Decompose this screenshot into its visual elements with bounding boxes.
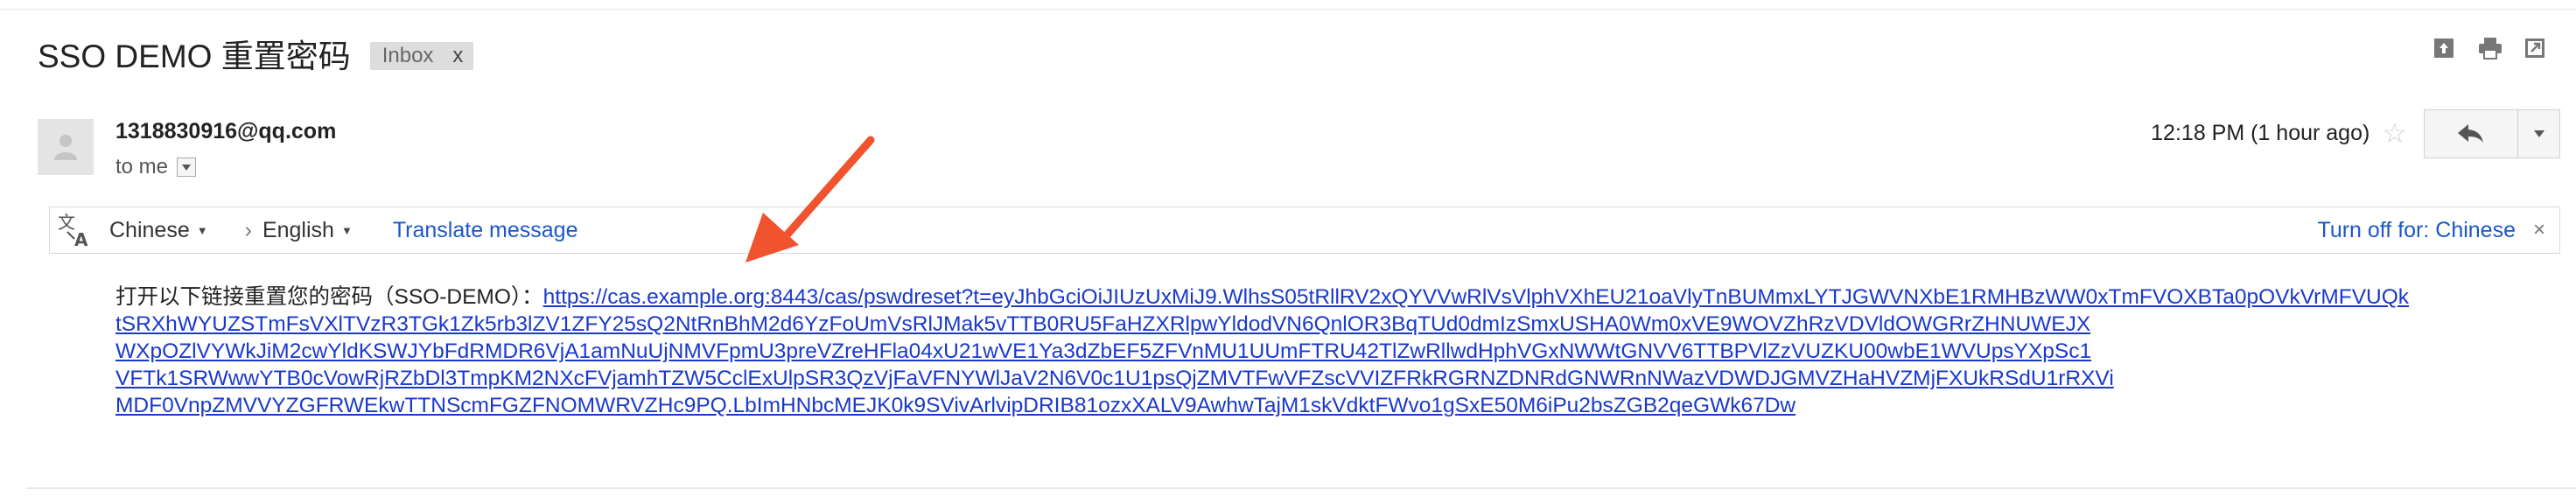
target-language-dropdown[interactable]: English ▼	[262, 218, 353, 243]
chevron-down-icon: ▼	[196, 223, 208, 237]
body-intro-text: 打开以下链接重置您的密码（SSO-DEMO）：	[116, 285, 543, 309]
sender-email[interactable]: 1318830916@qq.com	[116, 119, 336, 144]
reset-link-line: https://cas.example.org:8443/cas/pswdres…	[542, 285, 2410, 309]
reply-button[interactable]	[2424, 109, 2518, 158]
bottom-divider	[26, 487, 2576, 489]
translate-bar: 文 A Chinese ▼ › English ▼ Translate mess…	[49, 206, 2560, 254]
avatar-icon[interactable]	[38, 119, 94, 175]
target-language-label: English	[262, 217, 334, 242]
recipient-text: to me	[116, 155, 169, 178]
chevron-right-icon: ›	[244, 217, 252, 242]
turn-off-translation-link[interactable]: Turn off for: Chinese	[2317, 218, 2516, 243]
star-icon[interactable]: ☆	[2382, 119, 2407, 147]
recipient-details-dropdown[interactable]	[177, 158, 197, 177]
top-divider	[0, 0, 2576, 10]
reset-link-line: tSRXhWYUZSTmFsVXlTVzR3TGk1Zk5rb3lZV1ZFY2…	[116, 312, 2091, 336]
source-language-dropdown[interactable]: Chinese ▼	[109, 218, 208, 243]
reset-link-line: VFTk1SRWwwYTB0cVowRjRZbDl3TmpKM2NXcFVjam…	[116, 367, 2114, 390]
reset-link-line: WXpOZlVYWkJiM2cwYldKSWJYbFdRMDR6VjA1amNu…	[116, 340, 2092, 363]
new-window-icon[interactable]	[2524, 37, 2546, 60]
recipient-row: to me	[116, 155, 197, 179]
close-translate-bar-button[interactable]: ×	[2533, 218, 2545, 242]
email-subject: SSO DEMO 重置密码	[38, 38, 351, 74]
reply-icon	[2458, 124, 2483, 143]
chevron-down-icon	[182, 164, 192, 171]
svg-text:A: A	[74, 229, 88, 250]
more-options-button[interactable]	[2518, 109, 2560, 158]
svg-text:文: 文	[58, 212, 75, 233]
inbox-label-text: Inbox	[382, 44, 434, 67]
source-language-label: Chinese	[109, 217, 190, 242]
chevron-down-icon: ▼	[340, 223, 353, 237]
top-toolbar	[2432, 37, 2546, 60]
reply-button-group	[2424, 109, 2560, 158]
email-body: 打开以下链接重置您的密码（SSO-DEMO）：https://cas.examp…	[116, 284, 2522, 419]
subject-row: SSO DEMO 重置密码 Inbox x	[38, 32, 474, 75]
translate-icon: 文 A	[55, 209, 97, 251]
print-icon[interactable]	[2478, 37, 2502, 60]
translate-message-link[interactable]: Translate message	[393, 218, 578, 243]
email-timestamp: 12:18 PM (1 hour ago)	[2151, 120, 2370, 145]
reset-link-line: MDF0VnpZMVVYZGFRWEkwTTNScmFGZFNOMWRVZHc9…	[116, 394, 1796, 417]
time-row: 12:18 PM (1 hour ago) ☆	[2151, 119, 2407, 147]
more-options-icon	[2533, 130, 2544, 137]
remove-label-button[interactable]: x	[452, 44, 463, 68]
archive-icon[interactable]	[2432, 37, 2455, 60]
inbox-label-chip[interactable]: Inbox x	[369, 42, 474, 70]
